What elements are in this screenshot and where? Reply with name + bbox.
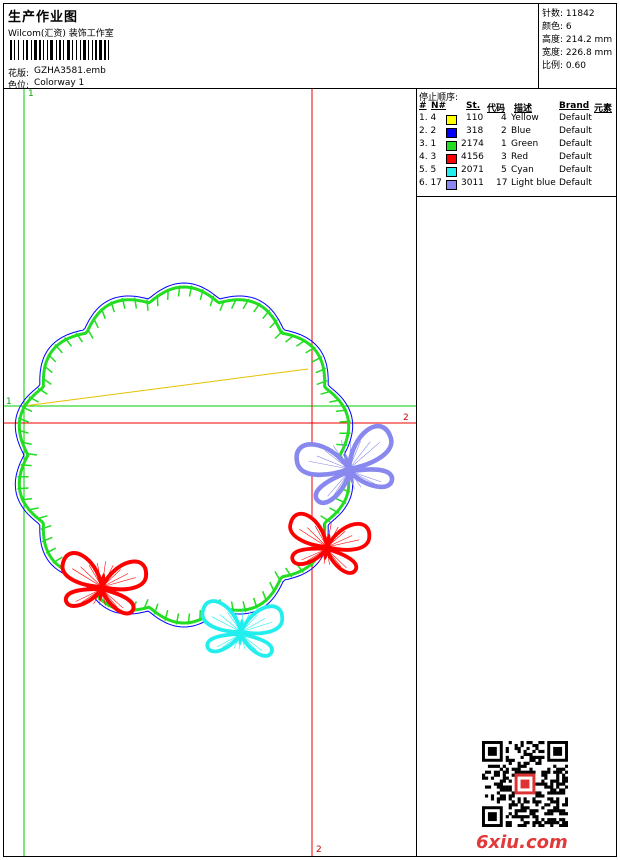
colorway-name: Colorway 1	[34, 78, 85, 88]
page-title: 生产作业图	[8, 10, 79, 25]
company-name: Wilcom(汇资) 装饰工作室	[8, 29, 114, 39]
stop-row: 2. 2 318 2 Blue Default	[419, 126, 592, 138]
col-number: N#	[431, 101, 447, 111]
col-stitches: St.	[466, 101, 481, 111]
stat-width: 宽度: 226.8 mm	[542, 48, 613, 58]
color-swatch	[446, 115, 457, 125]
col-brand: Brand	[559, 101, 590, 111]
production-sheet: 生产作业图 Wilcom(汇资) 装饰工作室 花版: GZHA3581.emb …	[3, 3, 617, 857]
panel-divider	[416, 89, 417, 856]
axis-label-bottom: 2	[316, 845, 322, 855]
color-swatch	[446, 180, 457, 190]
color-swatch	[446, 141, 457, 151]
color-swatch	[446, 167, 457, 177]
stat-scale: 比例: 0.60	[542, 61, 586, 71]
stat-colors: 颜色: 6	[542, 22, 572, 32]
header-info: 生产作业图 Wilcom(汇资) 装饰工作室 花版: GZHA3581.emb …	[8, 6, 538, 91]
stat-stitches: 针数: 11842	[542, 9, 595, 19]
color-swatch	[446, 154, 457, 164]
panel-row-divider	[417, 196, 616, 197]
barcode	[10, 40, 158, 60]
embroidery-preview	[4, 89, 416, 856]
color-swatch	[446, 128, 457, 138]
stat-height: 高度: 214.2 mm	[542, 35, 613, 45]
stop-row: 3. 1 2174 1 Green Default	[419, 139, 592, 151]
jump-stitch-line	[23, 368, 309, 407]
axis-label-top: 1	[28, 89, 34, 99]
stop-row: 5. 5 2071 5 Cyan Default	[419, 165, 592, 177]
axis-label-left: 1	[6, 397, 12, 407]
design-stats: 针数: 11842 颜色: 6 高度: 214.2 mm 宽度: 226.8 m…	[538, 4, 617, 88]
qr-code[interactable]	[482, 741, 569, 828]
col-hash: #	[419, 101, 427, 111]
stop-row: 4. 3 4156 3 Red Default	[419, 152, 592, 164]
design-canvas: 1 1 2 2	[4, 89, 416, 856]
watermark-logo: 6xiu.com	[476, 832, 568, 853]
axis-label-right: 2	[403, 413, 409, 423]
stop-row: 6. 17 3011 17 Light blue Default	[419, 178, 592, 190]
design-file-name: GZHA3581.emb	[34, 66, 106, 76]
stop-row: 1. 4 110 4 Yellow Default	[419, 113, 592, 125]
